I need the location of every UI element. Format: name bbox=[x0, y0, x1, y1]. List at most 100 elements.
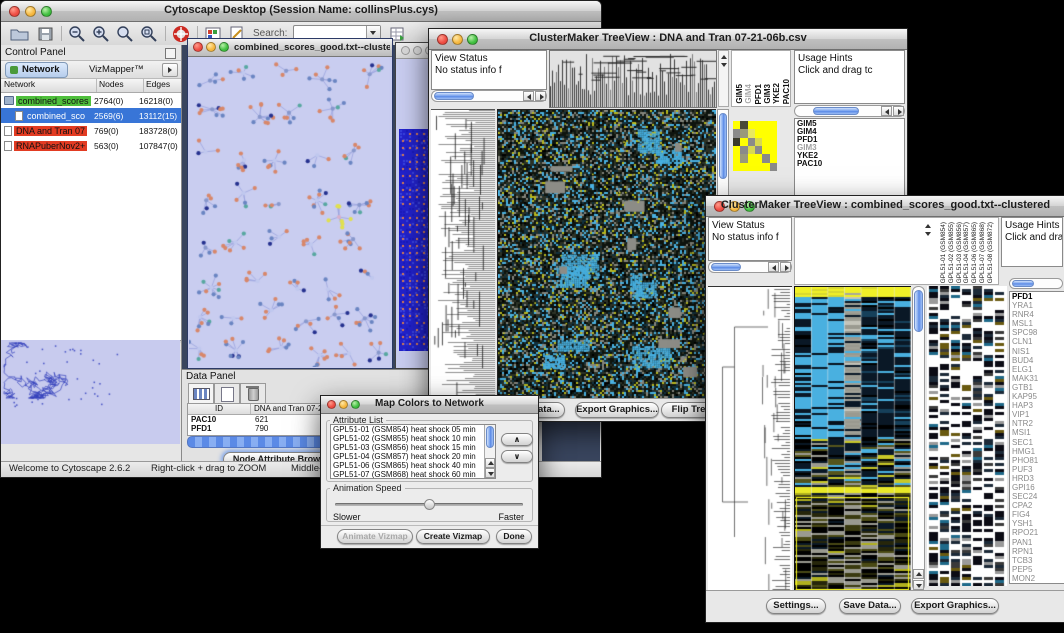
animate-vizmap-button[interactable]: Animate Vizmap bbox=[337, 529, 413, 544]
row-dendrogram-canvas[interactable] bbox=[431, 109, 495, 400]
node-attr-tab-icon[interactable] bbox=[188, 383, 214, 403]
gene-label[interactable]: CPA2 bbox=[1010, 501, 1064, 510]
matrix-cell[interactable] bbox=[770, 146, 777, 154]
gene-label[interactable]: KAP95 bbox=[1010, 392, 1064, 401]
gene-label[interactable]: VIP1 bbox=[1010, 410, 1064, 419]
matrix-cell[interactable] bbox=[762, 121, 769, 129]
save-icon[interactable] bbox=[35, 25, 57, 43]
column-label[interactable]: GPL51-02 (GSM855) bbox=[948, 222, 955, 283]
gene-label[interactable]: RPO21 bbox=[1010, 528, 1064, 537]
matrix-cell[interactable] bbox=[755, 129, 762, 137]
row-dendrogram-canvas[interactable] bbox=[708, 286, 792, 592]
matrix-cell[interactable] bbox=[770, 129, 777, 137]
zoom-in-icon[interactable] bbox=[91, 25, 113, 43]
column-dendrogram-canvas[interactable] bbox=[549, 50, 717, 108]
minimize-button[interactable] bbox=[206, 42, 216, 52]
zoom-fit-icon[interactable] bbox=[115, 25, 137, 43]
matrix-cell[interactable] bbox=[733, 138, 740, 146]
zoom-out-icon[interactable] bbox=[67, 25, 89, 43]
gene-label[interactable]: PEP5 bbox=[1010, 565, 1064, 574]
gene-label[interactable]: MON2 bbox=[1010, 574, 1064, 583]
gene-label[interactable]: SEC24 bbox=[1010, 492, 1064, 501]
gene-label[interactable]: PHO81 bbox=[1010, 456, 1064, 465]
matrix-cell[interactable] bbox=[755, 121, 762, 129]
heatmap-canvas[interactable] bbox=[794, 286, 911, 592]
gene-label[interactable]: PAC10 bbox=[795, 160, 904, 168]
matrix-cell[interactable] bbox=[755, 138, 762, 146]
close-button[interactable] bbox=[193, 42, 203, 52]
attribute-item[interactable]: GPL51-01 (GSM854) heat shock 05 min bbox=[331, 425, 484, 434]
gene-list-scrollbar[interactable] bbox=[1009, 278, 1063, 289]
matrix-cell[interactable] bbox=[770, 163, 777, 171]
attribute-item[interactable]: GPL51-03 (GSM856) heat shock 15 min bbox=[331, 443, 484, 452]
column-scroll-up-icon[interactable] bbox=[925, 224, 931, 228]
cytoscape-titlebar[interactable]: Cytoscape Desktop (Session Name: collins… bbox=[1, 1, 601, 22]
close-button[interactable] bbox=[401, 46, 410, 55]
gene-label[interactable]: HRD3 bbox=[1010, 474, 1064, 483]
matrix-cell[interactable] bbox=[740, 121, 747, 129]
matrix-cell[interactable] bbox=[733, 129, 740, 137]
speed-slider[interactable] bbox=[335, 499, 523, 511]
matrix-cell[interactable] bbox=[762, 154, 769, 162]
matrix-cell[interactable] bbox=[748, 129, 755, 137]
gene-label[interactable]: FIG4 bbox=[1010, 510, 1064, 519]
matrix-cell[interactable] bbox=[762, 129, 769, 137]
save-data-button[interactable]: Save Data... bbox=[839, 598, 901, 614]
network-tree-row[interactable]: combined_scores2764(0)16218(0) bbox=[1, 93, 181, 108]
gene-label[interactable]: NIS1 bbox=[1010, 347, 1064, 356]
view-status-scrollbar[interactable] bbox=[431, 90, 547, 102]
gene-label[interactable]: NTR2 bbox=[1010, 419, 1064, 428]
column-label[interactable]: GIM3 bbox=[763, 84, 772, 104]
minimize-button[interactable] bbox=[413, 46, 422, 55]
slider-thumb[interactable] bbox=[424, 499, 435, 510]
gene-label[interactable]: YRA1 bbox=[1010, 301, 1064, 310]
edge-attr-tab-icon[interactable] bbox=[214, 383, 240, 403]
heatmap-canvas[interactable] bbox=[497, 109, 716, 400]
open-folder-icon[interactable] bbox=[9, 25, 31, 43]
matrix-cell[interactable] bbox=[740, 138, 747, 146]
cluster-matrix[interactable] bbox=[733, 121, 777, 171]
matrix-cell[interactable] bbox=[770, 138, 777, 146]
matrix-cell[interactable] bbox=[733, 154, 740, 162]
float-panel-icon[interactable] bbox=[165, 48, 176, 59]
gene-label[interactable]: RNR4 bbox=[1010, 310, 1064, 319]
usage-hints-scrollbar[interactable] bbox=[794, 105, 905, 117]
gene-label[interactable]: ELG1 bbox=[1010, 365, 1064, 374]
column-label[interactable]: GPL51-07 (GSM868) bbox=[979, 222, 986, 283]
matrix-cell[interactable] bbox=[762, 138, 769, 146]
dialog-titlebar[interactable]: Map Colors to Network bbox=[321, 396, 538, 414]
matrix-cell[interactable] bbox=[748, 121, 755, 129]
column-label[interactable]: YKE2 bbox=[772, 83, 781, 104]
column-label[interactable]: PAC10 bbox=[782, 79, 791, 104]
zoom-button[interactable] bbox=[219, 42, 229, 52]
matrix-cell[interactable] bbox=[733, 163, 740, 171]
matrix-cell[interactable] bbox=[762, 146, 769, 154]
column-scroll-strip[interactable] bbox=[718, 50, 729, 107]
attribute-item[interactable]: GPL51-02 (GSM855) heat shock 10 min bbox=[331, 434, 484, 443]
matrix-cell[interactable] bbox=[770, 154, 777, 162]
matrix-cell[interactable] bbox=[733, 146, 740, 154]
column-header-network[interactable]: Network bbox=[1, 79, 97, 92]
gene-label[interactable]: SPC98 bbox=[1010, 328, 1064, 337]
tab-overflow-button[interactable] bbox=[162, 63, 178, 77]
treeview1-titlebar[interactable]: ClusterMaker TreeView : DNA and Tran 07-… bbox=[429, 29, 907, 50]
column-scroll-down-icon[interactable] bbox=[925, 232, 931, 236]
view-status-scrollbar[interactable] bbox=[708, 261, 792, 273]
matrix-cell[interactable] bbox=[755, 154, 762, 162]
network-view-canvas[interactable] bbox=[189, 57, 391, 367]
create-vizmap-button[interactable]: Create Vizmap bbox=[416, 529, 490, 544]
gene-label[interactable]: TCB3 bbox=[1010, 556, 1064, 565]
export-graphics-button[interactable]: Export Graphics... bbox=[575, 402, 659, 418]
move-down-button[interactable]: ∨ bbox=[501, 450, 533, 463]
matrix-cell[interactable] bbox=[748, 138, 755, 146]
tab-vizmapper[interactable]: VizMapper™ bbox=[89, 64, 144, 75]
gene-label[interactable]: HAP3 bbox=[1010, 401, 1064, 410]
network-overview-canvas[interactable] bbox=[1, 340, 180, 444]
attribute-item[interactable]: GPL51-04 (GSM857) heat shock 20 min bbox=[331, 452, 484, 461]
gene-label[interactable]: GTB1 bbox=[1010, 383, 1064, 392]
matrix-cell[interactable] bbox=[740, 146, 747, 154]
matrix-cell[interactable] bbox=[748, 163, 755, 171]
gene-label[interactable]: PUF3 bbox=[1010, 465, 1064, 474]
attribute-item[interactable]: GPL51-06 (GSM865) heat shock 40 min bbox=[331, 461, 484, 470]
column-label[interactable]: GPL51-01 (GSM854) bbox=[940, 222, 947, 283]
